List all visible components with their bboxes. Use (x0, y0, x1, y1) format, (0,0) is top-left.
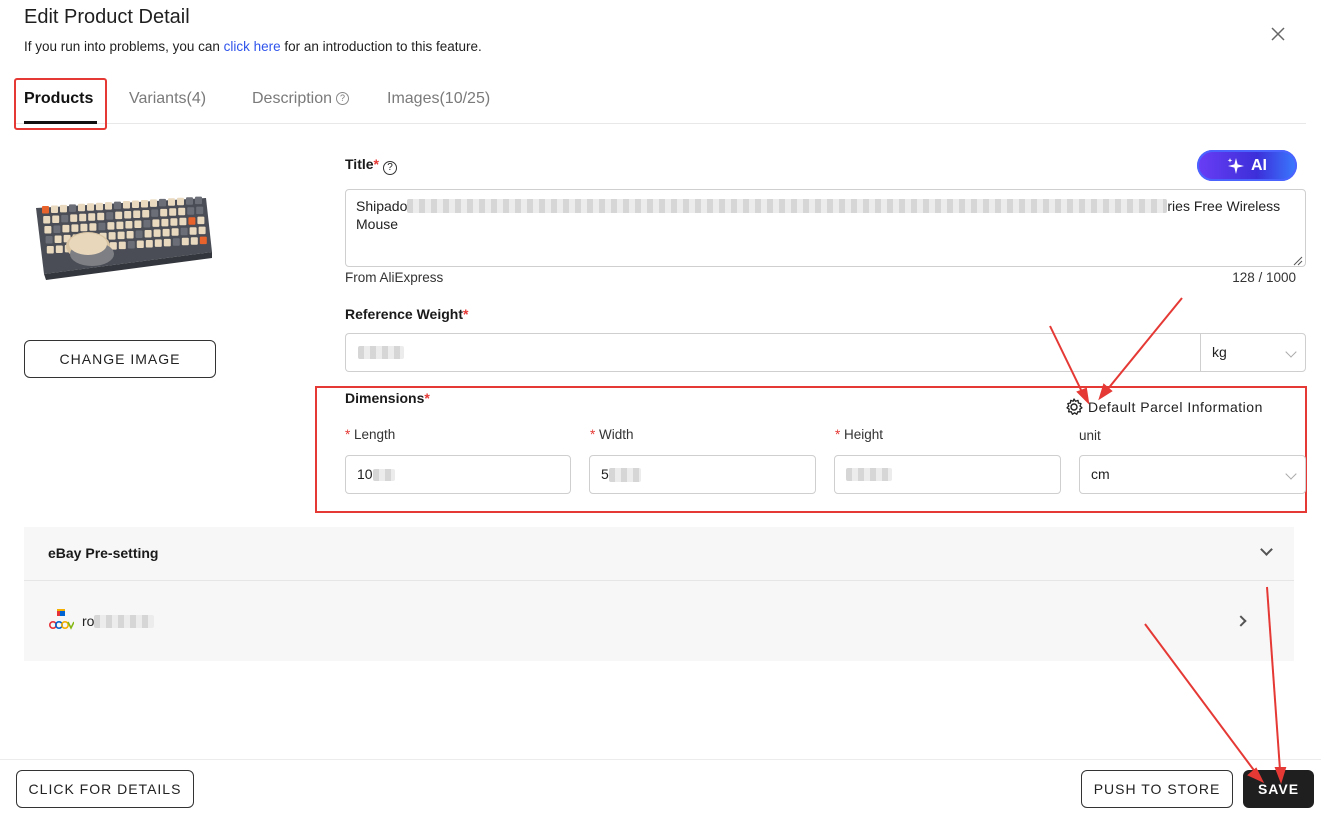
product-image (26, 190, 216, 280)
required-asterisk: * (590, 427, 600, 442)
ebay-presetting-header[interactable]: eBay Pre-setting (24, 527, 1294, 581)
ebay-presetting-panel: eBay Pre-setting ro (24, 527, 1294, 661)
blurred-width (608, 468, 641, 482)
close-icon[interactable] (1266, 22, 1290, 46)
required-asterisk: * (835, 427, 845, 442)
tab-bar: Products Variants(4) Description? Images… (14, 76, 1306, 130)
title-label: Title*? (345, 156, 397, 175)
default-parcel-info-link[interactable]: Default Parcel Information (1064, 397, 1263, 417)
click-for-details-button[interactable]: CLICK FOR DETAILS (16, 770, 194, 808)
subtitle-suffix: for an introduction to this feature. (280, 39, 482, 54)
dimension-unit-select[interactable]: cm (1079, 455, 1306, 494)
active-tab-underline (24, 121, 97, 124)
ai-button-label: AI (1251, 156, 1267, 174)
tab-description-label: Description (252, 90, 333, 107)
ebay-presetting-title: eBay Pre-setting (48, 545, 159, 561)
dimensions-label: Dimensions* (345, 390, 430, 406)
width-value: 5 (601, 466, 609, 482)
weight-label: Reference Weight* (345, 306, 468, 322)
sparkle-icon (1227, 157, 1244, 174)
height-label-text: Height (844, 427, 884, 442)
width-label-text: Width (599, 427, 634, 442)
gear-icon (1066, 398, 1083, 415)
title-char-count: 128 / 1000 (1232, 270, 1296, 285)
required-asterisk: * (373, 156, 379, 172)
weight-unit-select[interactable]: kg (1200, 333, 1306, 372)
length-label-text: Length (354, 427, 396, 442)
ebay-store-row[interactable]: ro (24, 582, 1294, 661)
dimension-unit-value: cm (1091, 466, 1110, 482)
tab-products[interactable]: Products (24, 90, 93, 108)
width-label: * Width (590, 427, 634, 442)
blurred-text (407, 199, 1168, 213)
ai-button[interactable]: AI (1197, 150, 1297, 181)
tab-description[interactable]: Description? (252, 90, 350, 108)
title-source: From AliExpress (345, 270, 444, 285)
chevron-down-icon (1285, 468, 1297, 480)
blurred-store-name (94, 615, 155, 628)
title-value-start: Shipado (356, 198, 408, 214)
question-icon: ? (382, 161, 397, 175)
footer-divider (0, 759, 1321, 760)
blurred-weight-value (358, 346, 404, 359)
weight-label-text: Reference Weight (345, 306, 463, 322)
chevron-down-icon (1260, 543, 1273, 556)
length-label: * Length (345, 427, 395, 442)
title-label-text: Title (345, 156, 374, 172)
change-image-button[interactable]: CHANGE IMAGE (24, 340, 216, 378)
dialog-title: Edit Product Detail (24, 6, 190, 28)
weight-input[interactable] (345, 333, 1201, 372)
parcel-link-label: Default Parcel Information (1088, 399, 1263, 415)
tab-images[interactable]: Images(10/25) (387, 90, 490, 108)
weight-unit-value: kg (1212, 344, 1227, 360)
push-to-store-button[interactable]: PUSH TO STORE (1081, 770, 1233, 808)
question-icon: ? (336, 92, 350, 105)
width-input[interactable]: 5 (589, 455, 816, 494)
length-input[interactable]: 10 (345, 455, 571, 494)
required-asterisk: * (345, 427, 355, 442)
ebay-logo-icon (48, 609, 75, 631)
ebay-store-name: ro (82, 613, 155, 629)
unit-label: unit (1079, 428, 1101, 443)
save-button[interactable]: SAVE (1243, 770, 1314, 808)
help-link[interactable]: click here (224, 39, 281, 54)
dimensions-label-text: Dimensions (345, 390, 425, 406)
subtitle-prefix: If you run into problems, you can (24, 39, 224, 54)
required-asterisk: * (424, 390, 430, 406)
ebay-store-prefix: ro (82, 613, 95, 629)
length-value: 10 (357, 466, 373, 482)
resize-handle[interactable] (1291, 253, 1303, 266)
blurred-length (372, 469, 395, 481)
chevron-down-icon (1285, 346, 1297, 358)
height-label: * Height (835, 427, 883, 442)
dialog-subtitle: If you run into problems, you can click … (24, 39, 482, 54)
blurred-height (846, 468, 892, 481)
title-textarea[interactable]: Shipado ries Free Wireless Mouse (345, 189, 1306, 267)
tab-variants[interactable]: Variants(4) (129, 90, 206, 108)
chevron-right-icon (1235, 615, 1247, 627)
required-asterisk: * (463, 306, 469, 322)
height-input[interactable] (834, 455, 1061, 494)
